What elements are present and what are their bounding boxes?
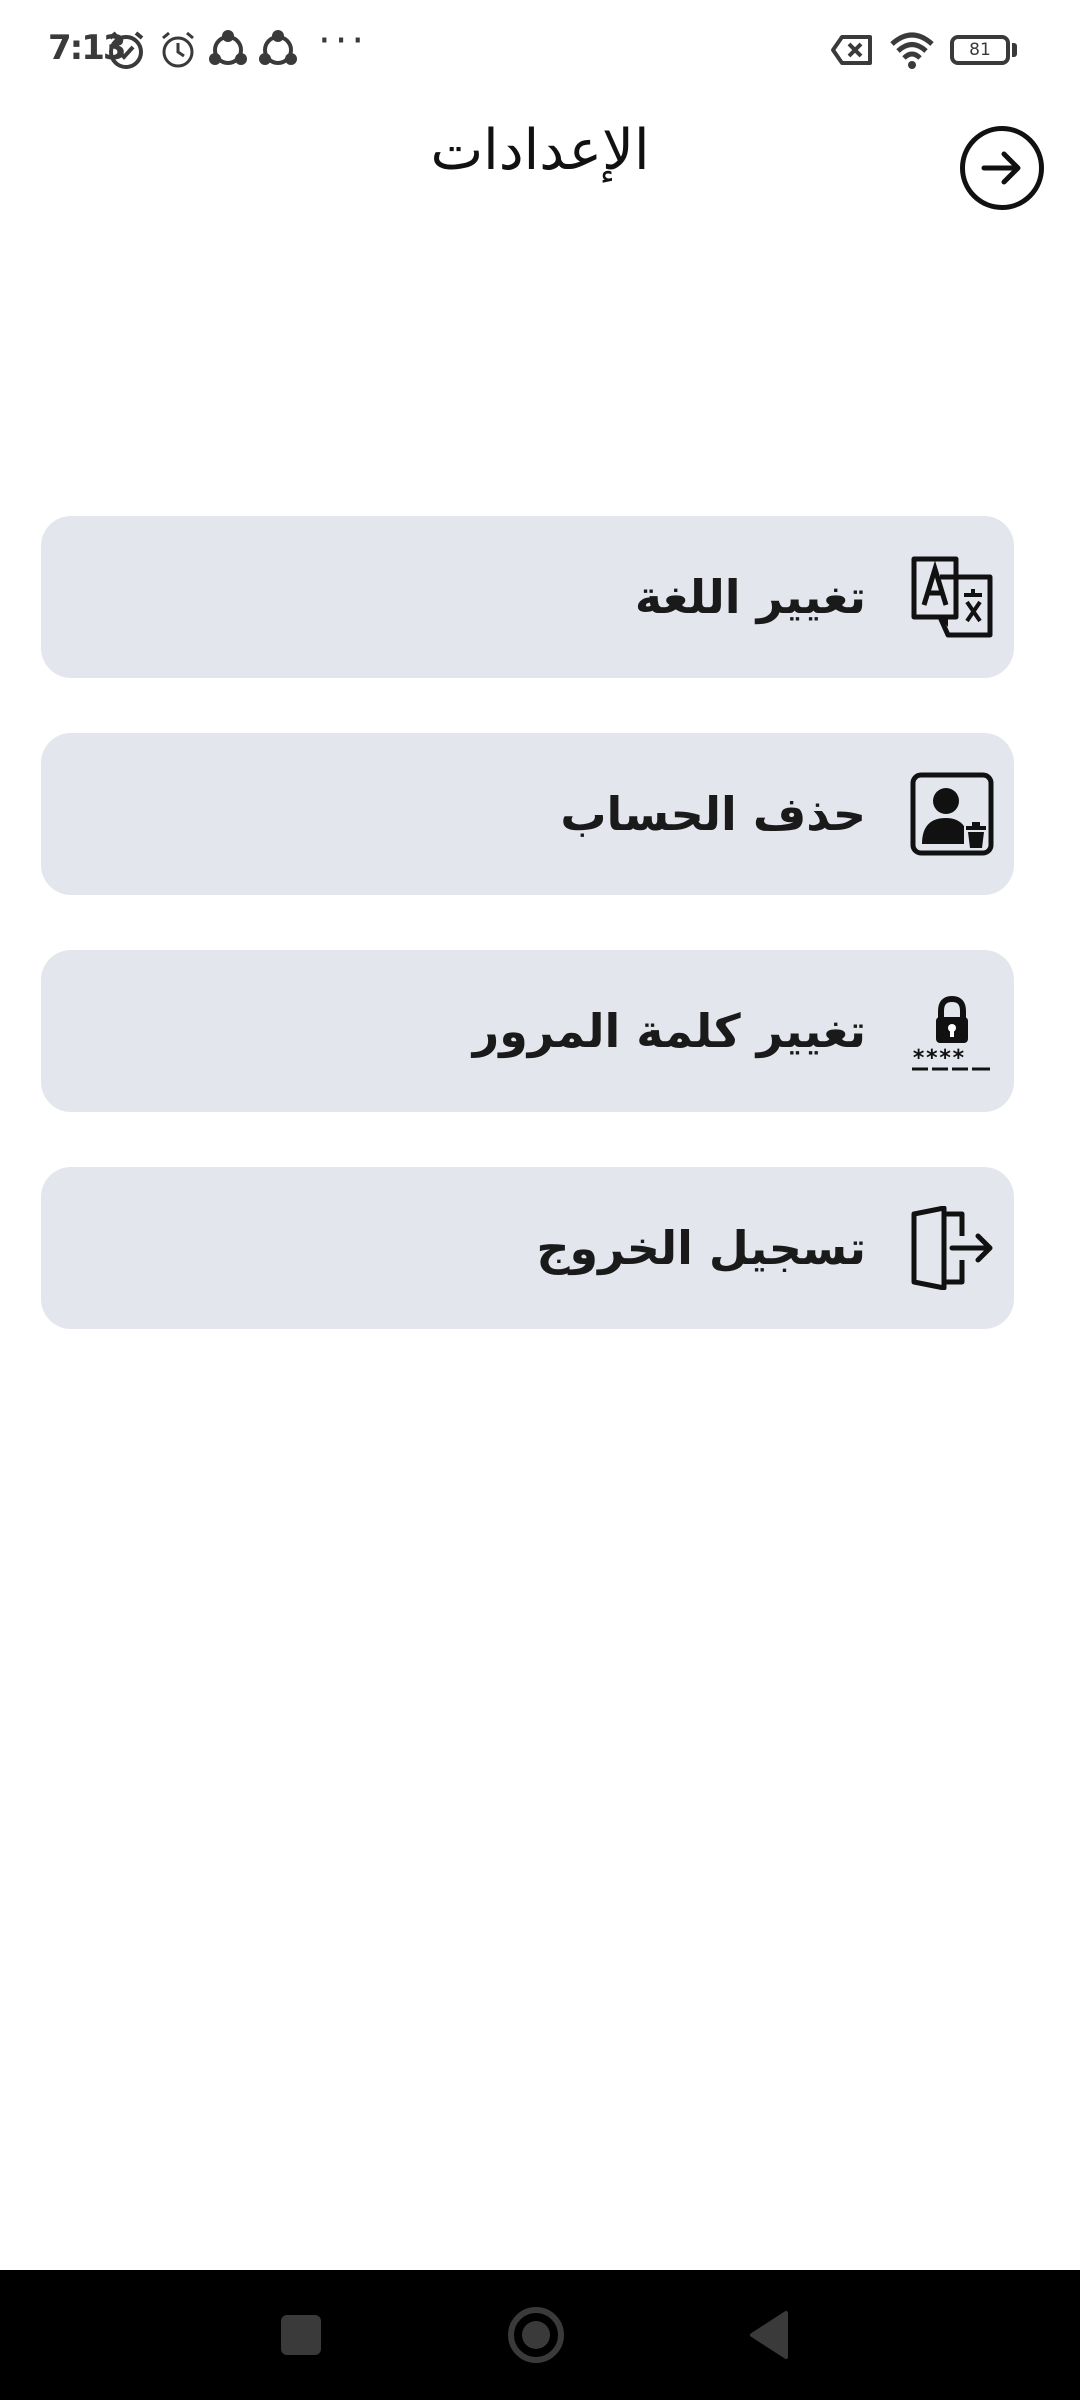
- battery-cap: [1012, 43, 1017, 57]
- more-icon: ···: [318, 18, 369, 64]
- item-label: حذف الحساب: [560, 787, 866, 841]
- no-sim-icon: [831, 35, 872, 65]
- delete-account-button[interactable]: حذف الحساب: [41, 733, 1014, 895]
- item-label: تسجيل الخروج: [536, 1221, 866, 1275]
- item-label: تغيير كلمة المرور: [472, 1004, 866, 1058]
- settings-screen: 7:13 ··· 81 الإعدادات تغيير اللغة حذف ال…: [0, 0, 1080, 2400]
- arrow-right-circle-icon: [981, 151, 1021, 185]
- alarm-check-icon: [108, 31, 144, 69]
- battery-level: 81: [969, 40, 991, 60]
- delete-account-icon: [910, 772, 994, 856]
- svg-text:****: ****: [912, 1046, 965, 1071]
- share-icon: [259, 30, 297, 65]
- status-bar: 7:13 ··· 81: [0, 0, 1080, 104]
- back-triangle-icon[interactable]: [740, 2305, 800, 2365]
- share-icon: [209, 30, 247, 65]
- password-lock-icon: ****: [912, 995, 990, 1071]
- recents-square-icon[interactable]: [271, 2305, 331, 2365]
- item-label: تغيير اللغة: [634, 570, 866, 624]
- navigation-bar: [0, 2270, 1080, 2400]
- back-button[interactable]: [960, 126, 1044, 210]
- alarm-icon: [162, 31, 194, 68]
- logout-icon: [911, 1206, 993, 1290]
- language-icon: [911, 556, 993, 638]
- settings-list: تغيير اللغة حذف الحساب **** تغيير كلمة ا…: [41, 516, 1014, 1384]
- battery-icon: 81: [950, 35, 1010, 65]
- page-title: الإعدادات: [430, 118, 650, 183]
- wifi-icon: [890, 32, 934, 69]
- logout-button[interactable]: تسجيل الخروج: [41, 1167, 1014, 1329]
- change-password-button[interactable]: **** تغيير كلمة المرور: [41, 950, 1014, 1112]
- home-circle-icon[interactable]: [505, 2304, 567, 2366]
- change-language-button[interactable]: تغيير اللغة: [41, 516, 1014, 678]
